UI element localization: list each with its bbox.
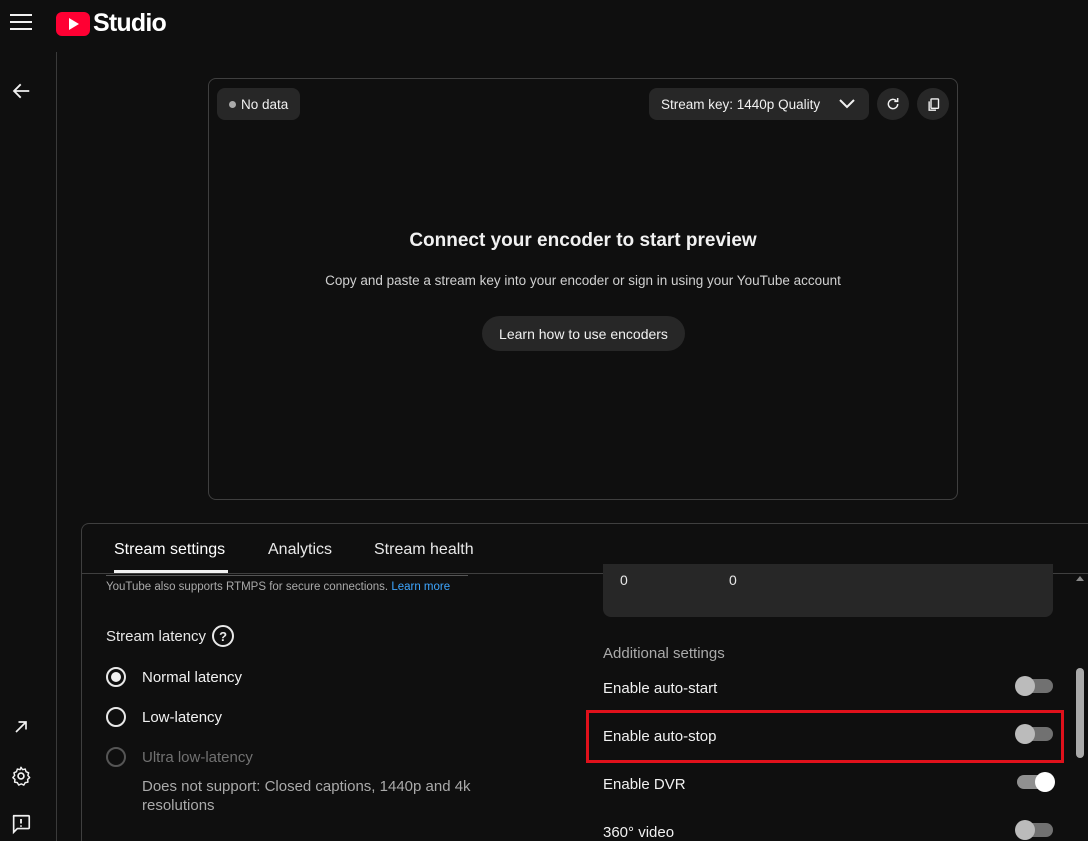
logo-text: Studio [93,9,167,37]
radio-low-latency[interactable]: Low-latency [106,707,222,727]
radio-button[interactable] [106,667,126,687]
toggle-label: Enable DVR [603,775,686,793]
stat-value: 0 [620,572,628,588]
ultra-low-latency-note: Does not support: Closed captions, 1440p… [142,778,471,814]
settings-scrollbar[interactable] [1076,576,1086,841]
refresh-icon [887,98,899,110]
stream-preview-panel: No data Stream key: 1440p Quality Connec… [208,78,958,500]
auto-start-setting: Enable auto-start [603,673,1053,703]
preview-title: Connect your encoder to start preview [409,230,757,251]
auto-start-toggle[interactable] [1015,676,1053,696]
settings-panel: Stream settings Analytics Stream health … [81,523,1088,841]
active-tab-indicator [114,570,228,573]
scroll-up-arrow-icon[interactable] [1076,576,1084,581]
additional-settings-heading: Additional settings [603,645,725,662]
radio-label: Ultra low-latency [142,748,253,766]
radio-ultra-low-latency: Ultra low-latency [106,747,253,767]
scroll-thumb[interactable] [1076,668,1084,758]
stat-value: 0 [729,572,737,588]
stream-key-label: Stream key: 1440p Quality [661,96,821,112]
learn-encoders-button[interactable]: Learn how to use encoders [482,316,685,351]
radio-label: Normal latency [142,668,243,686]
360-video-toggle[interactable] [1015,820,1053,840]
rtmps-text: YouTube also supports RTMPS for secure c… [106,581,389,593]
radio-button[interactable] [106,707,126,727]
top-bar: Studio [0,0,1088,52]
tab-stream-health[interactable]: Stream health [374,541,474,559]
feedback-icon[interactable] [8,811,34,837]
auto-stop-highlight-box [586,710,1064,763]
rtmps-note: YouTube also supports RTMPS for secure c… [106,581,450,593]
status-badge: No data [217,88,301,120]
toggle-knob [1015,820,1035,840]
arrow-left-icon[interactable] [8,78,34,104]
toggle-knob [1035,772,1055,792]
divider [106,575,468,576]
youtube-play-icon [56,11,90,36]
status-text: No data [241,96,289,112]
toggle-label: Enable auto-start [603,679,718,697]
copy-icon [927,97,939,111]
stream-key-dropdown[interactable]: Stream key: 1440p Quality [649,88,869,120]
stream-latency-heading: Stream latency ? [106,625,235,647]
dvr-toggle[interactable] [1017,772,1055,792]
360-video-setting: 360° video [603,817,1053,841]
radio-button [106,747,126,767]
learn-more-link[interactable]: Learn more [391,581,450,593]
copy-button[interactable] [917,88,949,120]
preview-subtitle: Copy and paste a stream key into your en… [325,273,841,288]
tab-stream-settings[interactable]: Stream settings [114,541,225,559]
status-dot-icon [229,100,236,108]
tab-analytics[interactable]: Analytics [268,541,332,559]
chevron-down-icon [839,99,855,109]
radio-normal-latency[interactable]: Normal latency [106,667,242,687]
dvr-setting: Enable DVR [603,769,1055,799]
toggle-label: 360° video [603,823,675,841]
studio-logo[interactable]: Studio [56,9,167,38]
refresh-button[interactable] [877,88,909,120]
stream-latency-label: Stream latency [106,627,207,645]
gear-icon[interactable] [8,763,34,789]
arrow-up-right-icon[interactable] [8,714,34,740]
left-rail [0,52,57,841]
toggle-knob [1015,676,1035,696]
hamburger-menu-icon[interactable] [10,12,32,32]
radio-label: Low-latency [142,708,223,726]
question-circle-icon[interactable]: ? [212,625,235,647]
stats-box: 0 0 [603,564,1053,617]
